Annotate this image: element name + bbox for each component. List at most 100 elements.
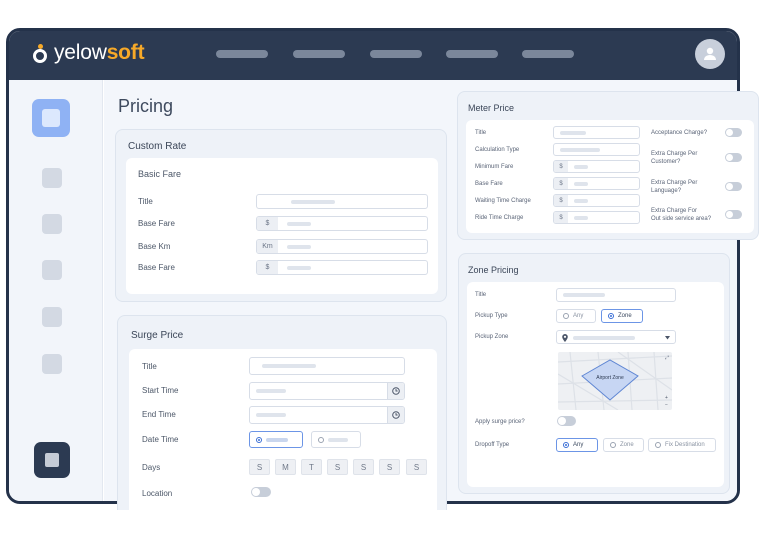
field-label: Base Fare [475, 181, 503, 187]
minimum-fare-input[interactable]: $ [553, 160, 640, 173]
custom-rate-card: Custom Rate Basic Fare Title Base Fare $… [115, 129, 447, 302]
toggle-label: Extra Charge For Out side service area? [651, 208, 712, 222]
calculation-type-input[interactable] [553, 143, 640, 156]
field-label: Ride Time Charge [475, 215, 524, 221]
zone-title-input[interactable] [556, 288, 676, 302]
extra-charge-customer-toggle[interactable] [725, 153, 742, 162]
nav-item-1[interactable] [216, 50, 268, 58]
field-label: Base Km [138, 242, 171, 251]
nav-item-3[interactable] [370, 50, 422, 58]
field-label: Minimum Fare [475, 164, 514, 170]
zone-pricing-title: Zone Pricing [468, 265, 519, 275]
surge-price-panel: Title Start Time End Time Date Time Days… [129, 349, 437, 511]
day-toggle[interactable]: S [406, 459, 427, 475]
field-label: Title [475, 292, 487, 298]
field-label: Calculation Type [475, 147, 520, 153]
clock-icon[interactable] [387, 383, 404, 399]
apply-surge-toggle[interactable] [557, 416, 576, 426]
sidebar-item-5[interactable] [42, 307, 62, 327]
field-label: Start Time [142, 386, 179, 395]
sidebar [9, 80, 103, 501]
logo-icon [33, 43, 48, 63]
svg-text:+: + [665, 395, 668, 401]
user-avatar[interactable] [695, 39, 725, 69]
toggle-label: Acceptance Charge? [651, 130, 708, 136]
sidebar-item-2[interactable] [42, 168, 62, 188]
clock-icon[interactable] [387, 407, 404, 423]
sidebar-item-4[interactable] [42, 260, 62, 280]
field-label: Pickup Zone [475, 334, 509, 340]
base-fare-input-2[interactable]: $ [256, 260, 428, 275]
pickup-type-zone[interactable]: Zone [601, 309, 643, 323]
field-label: Pickup Type [475, 313, 508, 319]
chevron-down-icon [665, 336, 670, 340]
day-toggle[interactable]: M [275, 459, 296, 475]
extra-charge-outside-toggle[interactable] [725, 210, 742, 219]
zone-pricing-panel: Title Pickup Type Any Zone Pickup Zone A… [467, 282, 724, 487]
field-label: Date Time [142, 435, 179, 444]
svg-text:−: − [665, 402, 668, 408]
nav-item-4[interactable] [446, 50, 498, 58]
toggle-label: Extra Charge Per Language? [651, 180, 698, 194]
location-toggle[interactable] [251, 487, 271, 497]
surge-price-title: Surge Price [131, 330, 184, 341]
meter-title-input[interactable] [553, 126, 640, 139]
acceptance-charge-toggle[interactable] [725, 128, 742, 137]
field-label: Title [475, 130, 487, 136]
waiting-time-charge-input[interactable]: $ [553, 194, 640, 207]
field-label: Dropoff Type [475, 442, 510, 448]
sidebar-item-settings[interactable] [34, 442, 70, 478]
dropoff-type-any[interactable]: Any [556, 438, 598, 452]
field-label: Location [142, 489, 173, 498]
sidebar-item-3[interactable] [42, 214, 62, 234]
date-time-option-1[interactable] [249, 431, 303, 448]
extra-charge-language-toggle[interactable] [725, 182, 742, 191]
day-toggle[interactable]: S [353, 459, 374, 475]
brand-logo[interactable]: yelow soft [33, 41, 145, 65]
dropoff-type-fix-destination[interactable]: Fix Destination [648, 438, 716, 452]
pickup-zone-select[interactable] [556, 330, 676, 344]
meter-price-card: Meter Price Title Calculation Type Minim… [457, 91, 759, 240]
meter-base-fare-input[interactable]: $ [553, 177, 640, 190]
day-toggle[interactable]: S [249, 459, 270, 475]
dropoff-type-zone[interactable]: Zone [603, 438, 644, 452]
field-label: Days [142, 463, 161, 472]
basic-fare-title: Basic Fare [138, 169, 182, 179]
field-label: Base Fare [138, 263, 175, 272]
pickup-type-any[interactable]: Any [556, 309, 596, 323]
map-zone-label: Airport Zone [596, 375, 624, 381]
day-toggle[interactable]: S [379, 459, 400, 475]
day-toggle[interactable]: S [327, 459, 348, 475]
day-toggle[interactable]: T [301, 459, 322, 475]
meter-price-panel: Title Calculation Type Minimum Fare $ Ba… [466, 120, 754, 233]
ride-time-charge-input[interactable]: $ [553, 211, 640, 224]
user-icon [704, 47, 716, 60]
toggle-label: Extra Charge Per Customer? [651, 151, 698, 165]
location-pin-icon [562, 334, 568, 342]
svg-text:⤢: ⤢ [665, 355, 669, 361]
brand-name-part1: yelow [54, 41, 107, 64]
base-fare-input[interactable]: $ [256, 216, 428, 231]
sidebar-item-pricing[interactable] [32, 99, 70, 137]
field-label: Waiting Time Charge [475, 198, 531, 204]
sidebar-item-6[interactable] [42, 354, 62, 374]
field-label: Title [142, 362, 157, 371]
brand-name-part2: soft [106, 41, 145, 64]
nav-item-2[interactable] [293, 50, 345, 58]
custom-rate-title: Custom Rate [128, 141, 187, 152]
start-time-input[interactable] [249, 382, 405, 400]
surge-price-card: Surge Price Title Start Time End Time Da… [117, 315, 447, 511]
zone-pricing-card: Zone Pricing Title Pickup Type Any Zone … [458, 253, 730, 494]
basic-fare-panel: Basic Fare Title Base Fare $ Base Km Km … [126, 158, 438, 294]
zone-map[interactable]: Airport Zone ⤢ + − [558, 352, 672, 410]
end-time-input[interactable] [249, 406, 405, 424]
meter-price-title: Meter Price [468, 103, 515, 113]
nav-item-5[interactable] [522, 50, 574, 58]
field-label: Apply surge price? [475, 419, 525, 425]
top-bar: yelow soft [9, 31, 737, 80]
base-km-input[interactable]: Km [256, 239, 428, 254]
date-time-option-2[interactable] [311, 431, 361, 448]
surge-title-input[interactable] [249, 357, 405, 375]
field-label: Title [138, 197, 153, 206]
title-input[interactable] [256, 194, 428, 209]
